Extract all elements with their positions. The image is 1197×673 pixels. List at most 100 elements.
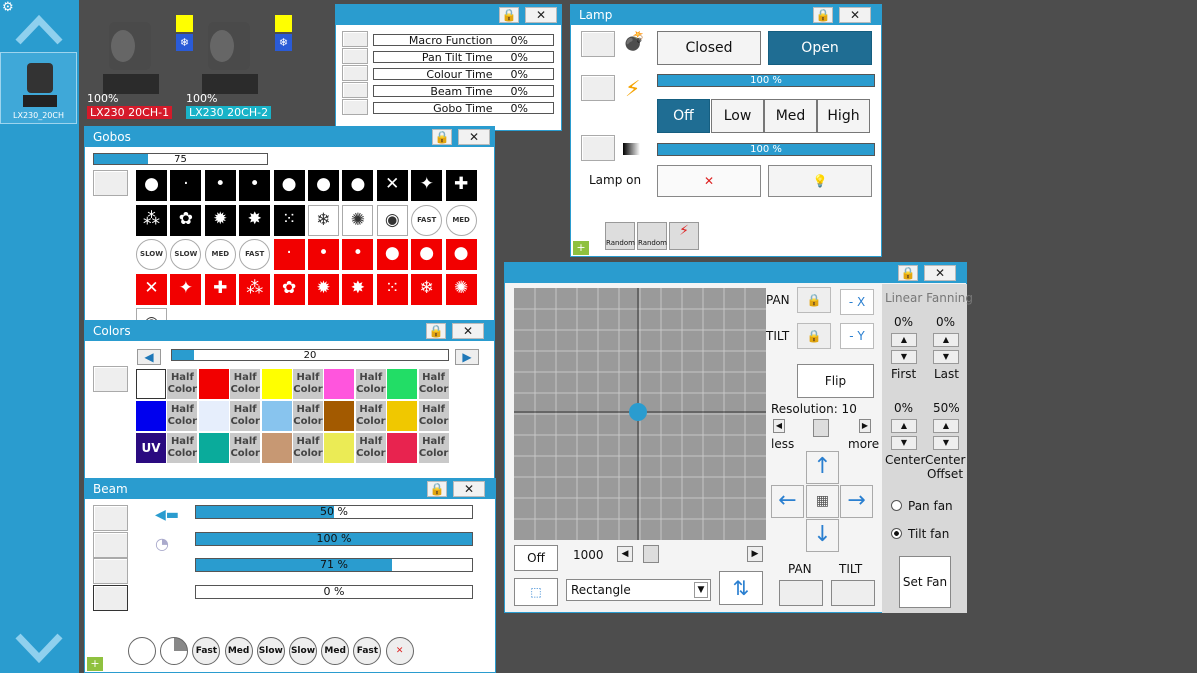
center-icon[interactable]: ▦ [806, 485, 839, 518]
gobo-cell[interactable]: ✸ [239, 204, 271, 236]
pan-reset-button[interactable] [779, 580, 823, 606]
gobo-cell[interactable]: ✹ [308, 273, 339, 305]
color-swatch[interactable] [261, 401, 292, 431]
gobo-cell[interactable]: ✚ [445, 170, 477, 201]
pan-lock-icon[interactable]: 🔒 [797, 287, 831, 313]
set-fan-button[interactable]: Set Fan [899, 556, 951, 608]
strobe-level-bar[interactable]: 100 % [657, 74, 875, 87]
lock-icon[interactable]: 🔒 [426, 323, 446, 339]
half-color-cell[interactable]: Half Color [230, 369, 261, 399]
gobo-slider[interactable]: 75 [93, 153, 268, 165]
resolution-slider-thumb[interactable] [813, 419, 829, 437]
half-color-cell[interactable]: Half Color [355, 433, 386, 463]
macro-row-button[interactable] [342, 82, 368, 98]
half-color-cell[interactable]: Half Color [293, 401, 323, 431]
invert-x-button[interactable]: - X [840, 289, 874, 315]
gobo-cell[interactable]: ✺ [445, 273, 477, 305]
gobo-preset-button[interactable] [93, 170, 128, 196]
flip-button[interactable]: Flip [797, 364, 874, 398]
gobo-cell[interactable]: · [273, 239, 305, 270]
tilt-fan-radio[interactable] [891, 528, 902, 539]
speed-more-icon[interactable]: ▶ [747, 546, 763, 562]
position-handle[interactable] [629, 403, 647, 421]
half-color-cell[interactable]: Half Color [167, 401, 198, 431]
arrow-left-icon[interactable]: ← [771, 485, 804, 518]
macro-row[interactable]: Gobo Time 0% [373, 102, 554, 114]
mode-high-button[interactable]: High [817, 99, 870, 133]
gobo-cell[interactable]: ◉ [376, 204, 408, 236]
device-tile[interactable]: LX230_20CH [0, 52, 77, 124]
arrow-down-icon[interactable]: ↓ [806, 519, 839, 552]
shutter-icon[interactable]: Med [224, 637, 253, 665]
lock-icon[interactable]: 🔒 [898, 265, 918, 281]
gobo-cell[interactable]: • [308, 239, 339, 270]
swap-icon[interactable]: ⇅ [719, 571, 763, 605]
gobo-cell[interactable]: ❄ [308, 204, 339, 236]
gobo-cell[interactable]: ✚ [204, 273, 236, 305]
macro-row[interactable]: Pan Tilt Time 0% [373, 51, 554, 63]
gobo-cell[interactable]: • [239, 170, 271, 201]
half-color-cell[interactable]: Half Color [418, 369, 449, 399]
center-up-icon[interactable]: ▲ [891, 419, 917, 433]
macro-row-button[interactable] [342, 65, 368, 81]
resolution-more-icon[interactable]: ▶ [859, 419, 871, 433]
shutter-icon[interactable]: Fast [353, 637, 382, 665]
half-color-cell[interactable]: Half Color [355, 369, 386, 399]
random-strobe-2-button[interactable]: Random [637, 222, 667, 250]
arrow-up-icon[interactable]: ↑ [806, 451, 839, 484]
tilt-lock-icon[interactable]: 🔒 [797, 323, 831, 349]
offset-down-icon[interactable]: ▼ [933, 436, 959, 450]
resolution-less-icon[interactable]: ◀ [773, 419, 785, 433]
random-strobe-button[interactable]: Random [605, 222, 635, 250]
color-slider[interactable]: 20 [171, 349, 449, 361]
macro-row[interactable]: Colour Time 0% [373, 68, 554, 80]
gobo-cell[interactable]: ● [136, 170, 167, 201]
gobo-cell[interactable]: ✺ [342, 204, 374, 236]
lock-icon[interactable]: 🔒 [432, 129, 452, 145]
beam-level-bar[interactable]: 0 % [195, 584, 473, 599]
close-icon[interactable]: ✕ [458, 129, 490, 145]
off-button[interactable]: Off [514, 545, 558, 571]
invert-y-button[interactable]: - Y [840, 323, 874, 349]
close-icon[interactable]: ✕ [452, 323, 484, 339]
shutter-icon[interactable]: Slow [256, 637, 285, 665]
half-color-cell[interactable]: Half Color [293, 433, 323, 463]
half-color-cell[interactable]: Half Color [293, 369, 323, 399]
center-down-icon[interactable]: ▼ [891, 436, 917, 450]
random-off-icon[interactable]: ⚡ [669, 222, 699, 250]
gobo-cell[interactable]: ● [411, 239, 443, 270]
gobo-speed-icon[interactable]: FAST [239, 239, 271, 270]
half-color-cell[interactable]: Half Color [355, 401, 386, 431]
gobo-speed-icon[interactable]: SLOW [170, 239, 202, 270]
gobo-cell[interactable]: ✕ [136, 273, 167, 305]
beam-preset-1-button[interactable] [93, 505, 128, 531]
beam-preset-3-button[interactable] [93, 558, 128, 584]
lamp-on-bulb-icon[interactable]: 💡 [768, 165, 872, 197]
shutter-preset-button[interactable] [581, 31, 615, 57]
gobo-cell[interactable]: • [204, 170, 236, 201]
select-area-icon[interactable]: ⬚ [514, 578, 558, 606]
first-down-icon[interactable]: ▼ [891, 350, 917, 364]
gobo-cell[interactable]: ✦ [170, 273, 202, 305]
shutter-icon[interactable] [128, 637, 156, 665]
gobo-speed-icon[interactable]: SLOW [136, 239, 167, 270]
color-swatch[interactable] [198, 433, 229, 463]
color-swatch[interactable] [387, 369, 418, 399]
shutter-icon[interactable] [160, 637, 189, 665]
arrow-right-icon[interactable]: → [840, 485, 873, 518]
color-swatch[interactable] [324, 369, 355, 399]
gobo-cell[interactable]: ● [376, 239, 408, 270]
close-icon[interactable]: ✕ [839, 7, 871, 23]
add-icon[interactable]: + [573, 241, 589, 255]
macro-row-button[interactable] [342, 48, 368, 64]
mode-off-button[interactable]: Off [657, 99, 710, 133]
gobo-cell[interactable]: ✕ [376, 170, 408, 201]
gobo-cell[interactable]: ● [308, 170, 339, 201]
half-color-cell[interactable]: Half Color [230, 401, 261, 431]
color-swatch[interactable] [261, 433, 292, 463]
next-arrow-icon[interactable]: ▶ [455, 349, 479, 365]
uv-color-cell[interactable]: UV [136, 433, 166, 463]
shutter-icon[interactable]: Med [321, 637, 350, 665]
gobo-cell[interactable]: ✿ [273, 273, 305, 305]
color-swatch[interactable] [324, 433, 355, 463]
